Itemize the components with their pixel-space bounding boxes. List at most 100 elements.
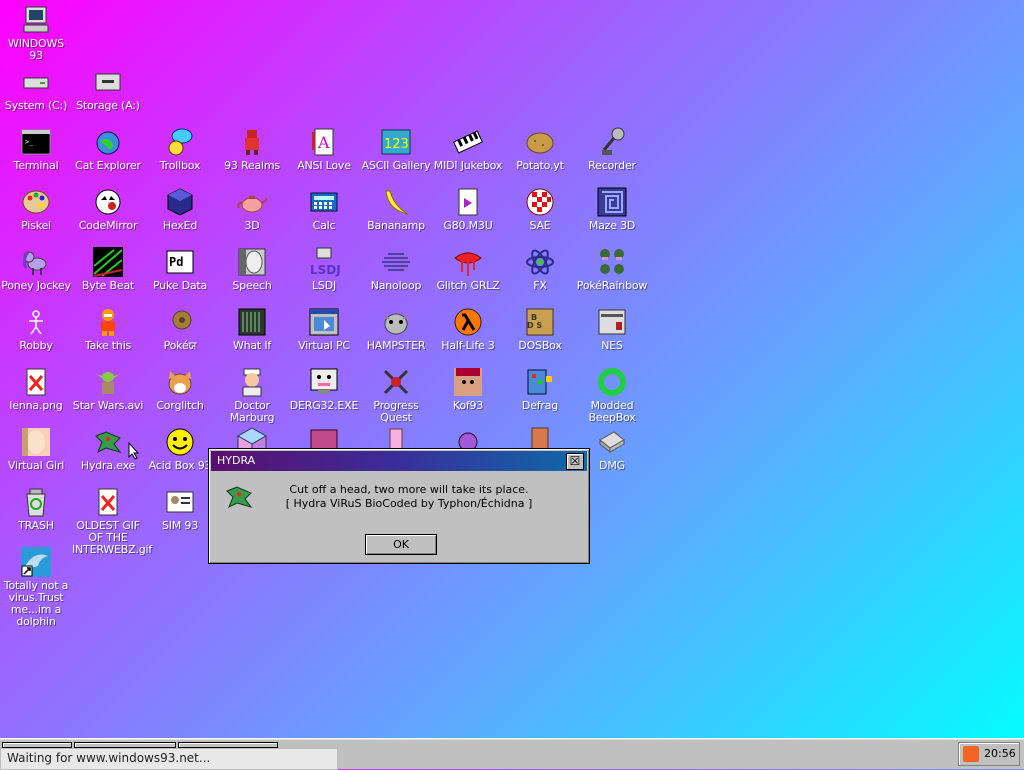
desktop-icon-label: SIM 93 <box>161 519 198 532</box>
desktop-icon-93-realms[interactable]: 93 Realms <box>216 126 288 172</box>
crossed-swords-icon <box>383 369 409 395</box>
desktop-icon-dosbox[interactable]: BD S DOSBox <box>504 306 576 352</box>
drive-icon <box>23 77 49 89</box>
hamster-icon <box>384 313 408 335</box>
desktop-icon-what-if[interactable]: What If <box>216 306 288 352</box>
dialog-titlebar[interactable]: HYDRA ☒ <box>211 451 587 471</box>
desktop-icon-label: Recorder <box>588 159 636 172</box>
potato-icon <box>526 132 554 154</box>
desktop-icon-acid-box-93[interactable]: Acid Box 93 <box>144 426 216 472</box>
desktop-icon-label: FX <box>533 279 547 292</box>
whatif-icon <box>238 308 266 336</box>
desktop-icon-piskel[interactable]: Piskel <box>0 186 72 232</box>
svg-text:>_: >_ <box>25 138 34 146</box>
desktop-icon-label: Potato.yt <box>516 159 564 172</box>
desktop-icon-virtual-girl[interactable]: Virtual Girl <box>0 426 72 472</box>
desktop-icon-label: Star Wars.avi <box>72 399 144 412</box>
desktop-icon-puke-data[interactable]: Pd Puke Data <box>144 246 216 292</box>
desktop-icon-label: PokéRainbow <box>576 279 648 292</box>
cube-icon <box>167 188 193 216</box>
desktop-icon-ascii-gallery[interactable]: 123 ASCII Gallery <box>360 126 432 172</box>
desktop-icon-hampster[interactable]: HAMPSTER <box>360 306 432 352</box>
browser-status-bar: Waiting for www.windows93.net... <box>0 748 338 770</box>
desktop-icon-cat-explorer[interactable]: Cat Explorer <box>72 126 144 172</box>
image-file-icon <box>98 488 118 516</box>
desktop-icon-fx[interactable]: FX <box>504 246 576 292</box>
desktop-icon-take-this[interactable]: Take this <box>72 306 144 352</box>
palette-icon <box>22 190 50 214</box>
desktop-icon-windows93[interactable]: WINDOWS 93 <box>0 4 72 62</box>
svg-text:LSDJ: LSDJ <box>310 263 340 277</box>
waveform-icon <box>93 247 123 277</box>
desktop-icon-maze-3d[interactable]: Maze 3D <box>576 186 648 232</box>
desktop-icon-doctor-marburg[interactable]: Doctor Marburg <box>216 366 288 424</box>
doctor-icon <box>242 368 262 397</box>
amiga-ball-icon <box>526 188 554 216</box>
desktop-icon-bananamp[interactable]: Bananamp <box>360 186 432 232</box>
desktop-icon-modded-beepbox[interactable]: Modded BeepBox <box>576 366 648 424</box>
desktop-icon-sae[interactable]: SAE <box>504 186 576 232</box>
desktop-icon-dolphin[interactable]: Totally not a virus.Trust me...im a dolp… <box>0 546 72 628</box>
code-cat-icon <box>95 189 121 215</box>
gameboy-icon: LSDJ <box>310 247 340 277</box>
desktop-icon-terminal[interactable]: >_ Terminal <box>0 126 72 172</box>
atom-icon <box>526 249 554 275</box>
close-button[interactable]: ☒ <box>566 453 584 470</box>
desktop-icon-trollbox[interactable]: Trollbox <box>144 126 216 172</box>
globe-cat-icon <box>96 131 120 155</box>
desktop-icon-defrag[interactable]: Defrag <box>504 366 576 412</box>
desktop-icon-storage-a[interactable]: Storage (A:) <box>72 66 144 112</box>
desktop-icon-sim-93[interactable]: SIM 93 <box>144 486 216 532</box>
desktop-icon-trash[interactable]: TRASH <box>0 486 72 532</box>
desktop-icon-label: Calc <box>312 219 336 232</box>
desktop-icon-label: ANSI Love <box>297 159 351 172</box>
desktop-icon-oldest-gif[interactable]: OLDEST GIF OF THE INTERWEBZ.gif <box>72 486 152 556</box>
monitor-face-icon <box>310 368 338 394</box>
desktop-icon-label: Modded BeepBox <box>588 399 636 424</box>
chat-bubble-icon <box>168 128 193 156</box>
desktop-icon-midi-jukebox[interactable]: MIDI Jukebox <box>432 126 504 172</box>
hydra-dialog: HYDRA ☒ Cut off a head, two more will ta… <box>208 448 590 564</box>
desktop-icon-nanoloop[interactable]: Nanoloop <box>360 246 432 292</box>
letter-a-icon: A <box>312 128 334 156</box>
desktop-icon-progress-quest[interactable]: Progress Quest <box>360 366 432 424</box>
desktop-icon-system-c[interactable]: System (C:) <box>0 66 72 112</box>
desktop-icon-poney-jockey[interactable]: Poney Jockey <box>0 246 72 292</box>
desktop-icon-byte-beat[interactable]: Byte Beat <box>72 246 144 292</box>
desktop-icon-glitch-grlz[interactable]: Glitch GRLZ <box>432 246 504 292</box>
desktop-icon-nes[interactable]: NES <box>576 306 648 352</box>
desktop-icon-hexed[interactable]: HexEd <box>144 186 216 232</box>
desktop-icon-virtual-pc[interactable]: Virtual PC <box>288 306 360 352</box>
desktop-icon-3d[interactable]: 3D <box>216 186 288 232</box>
desktop-icon-speech[interactable]: Speech <box>216 246 288 292</box>
ok-button[interactable]: OK <box>365 534 437 555</box>
desktop-icon-label: Poney Jockey <box>1 279 71 292</box>
desktop-icon-potato-yt[interactable]: Potato.yt <box>504 126 576 172</box>
teapot-icon <box>237 196 268 213</box>
desktop-icon-derg32[interactable]: DERG32.EXE <box>288 366 360 412</box>
desktop-icon-kof93[interactable]: Kof93 <box>432 366 504 412</box>
rss-icon[interactable] <box>963 746 979 762</box>
desktop-icon-lsdj[interactable]: LSDJ LSDJ <box>288 246 360 292</box>
microphone-icon <box>602 127 625 155</box>
desktop-icon-codemirror[interactable]: CodeMirror <box>72 186 144 232</box>
clock[interactable]: 20:56 <box>984 743 1016 765</box>
desktop-icon-pokerainbow[interactable]: PokéRainbow <box>576 246 648 292</box>
desktop-icon-label: Take this <box>84 339 132 352</box>
desktop-icon-star-wars[interactable]: Star Wars.avi <box>72 366 144 412</box>
desktop-icon-poke[interactable]: Pokéਯ <box>144 306 216 352</box>
desktop-icon-label: Glitch GRLZ <box>436 279 500 292</box>
desktop-icon-g80-m3u[interactable]: G80.M3U <box>432 186 504 232</box>
dialog-message-line-2: [ Hydra ViRuS BioCoded by Typhon/Échidna… <box>285 497 533 510</box>
desktop-icon-label: Maze 3D <box>588 219 636 232</box>
desktop-icon-calc[interactable]: Calc <box>288 186 360 232</box>
desktop-icon-label: NES <box>601 339 623 352</box>
numbers-icon: 123 <box>381 129 411 155</box>
desktop-icon-corglitch[interactable]: Corglitch <box>144 366 216 412</box>
desktop-icon-half-life-3[interactable]: Half-Life 3 <box>432 306 504 352</box>
desktop-icon-ansi-love[interactable]: A ANSI Love <box>288 126 360 172</box>
desktop-icon-robby[interactable]: Robby <box>0 306 72 352</box>
desktop-icon-lenna-png[interactable]: lenna.png <box>0 366 72 412</box>
nes-icon <box>598 309 626 335</box>
desktop-icon-recorder[interactable]: Recorder <box>576 126 648 172</box>
